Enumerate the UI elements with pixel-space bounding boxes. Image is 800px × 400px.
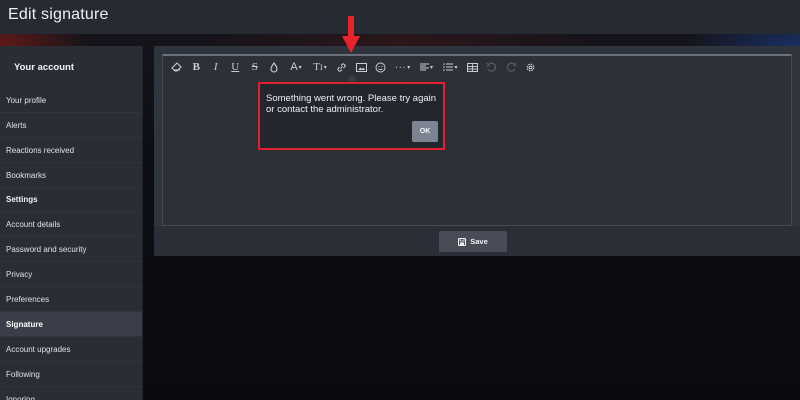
- font-color-icon[interactable]: A ▾: [284, 58, 308, 76]
- save-icon: [458, 237, 467, 246]
- popup-caret: [347, 75, 357, 81]
- error-message: Something went wrong. Please try again o…: [266, 93, 437, 115]
- error-popup: Something went wrong. Please try again o…: [258, 82, 445, 150]
- settings-icon[interactable]: [521, 58, 541, 76]
- underline-icon[interactable]: U: [226, 58, 246, 76]
- page-title: Edit signature: [8, 6, 109, 23]
- align-icon[interactable]: ▾: [415, 58, 439, 76]
- eraser-icon[interactable]: [167, 58, 187, 76]
- editor-toolbar: B I U S A ▾ T I ▾ ··· ▾ ▾ ▾: [163, 56, 791, 78]
- image-icon[interactable]: [352, 58, 372, 76]
- sidebar-item-account-upgrades[interactable]: Account upgrades: [0, 337, 142, 362]
- sidebar-item-signature[interactable]: Signature: [0, 312, 142, 337]
- save-button-label: Save: [470, 237, 488, 246]
- sidebar-item-following[interactable]: Following: [0, 362, 142, 387]
- sidebar-item-ignoring[interactable]: Ignoring: [0, 387, 142, 400]
- sidebar-item-bookmarks[interactable]: Bookmarks: [0, 163, 142, 188]
- sidebar-item-alerts[interactable]: Alerts: [0, 113, 142, 138]
- save-button[interactable]: Save: [439, 231, 507, 252]
- red-arrow-annotation: [342, 16, 360, 53]
- sidebar-item-password-security[interactable]: Password and security: [0, 237, 142, 262]
- sidebar-item-privacy[interactable]: Privacy: [0, 262, 142, 287]
- undo-icon[interactable]: [482, 58, 502, 76]
- text-color-icon[interactable]: [265, 58, 285, 76]
- form-footer: Save: [154, 226, 800, 256]
- sidebar-section-settings: Settings: [0, 188, 142, 212]
- top-bar: Edit signature: [0, 0, 800, 34]
- redo-icon[interactable]: [502, 58, 522, 76]
- sidebar-item-reactions-received[interactable]: Reactions received: [0, 138, 142, 163]
- bold-icon[interactable]: B: [187, 58, 207, 76]
- list-icon[interactable]: ▾: [439, 58, 463, 76]
- italic-icon[interactable]: I: [206, 58, 226, 76]
- sidebar-item-your-profile[interactable]: Your profile: [0, 88, 142, 113]
- table-icon[interactable]: [463, 58, 483, 76]
- sidebar-item-preferences[interactable]: Preferences: [0, 287, 142, 312]
- signature-editor-panel: B I U S A ▾ T I ▾ ··· ▾ ▾ ▾ Save: [154, 46, 800, 256]
- smile-icon[interactable]: [371, 58, 391, 76]
- rich-text-editor: B I U S A ▾ T I ▾ ··· ▾ ▾ ▾: [162, 54, 792, 226]
- strikethrough-icon[interactable]: S: [245, 58, 265, 76]
- ok-button[interactable]: OK: [412, 121, 438, 142]
- sidebar-header: Your account: [14, 62, 74, 73]
- font-size-icon[interactable]: T I ▾: [308, 58, 332, 76]
- sidebar-item-account-details[interactable]: Account details: [0, 212, 142, 237]
- account-sidebar: Your account Your profile Alerts Reactio…: [0, 46, 143, 400]
- more-icon[interactable]: ··· ▾: [391, 58, 415, 76]
- link-icon[interactable]: [332, 58, 352, 76]
